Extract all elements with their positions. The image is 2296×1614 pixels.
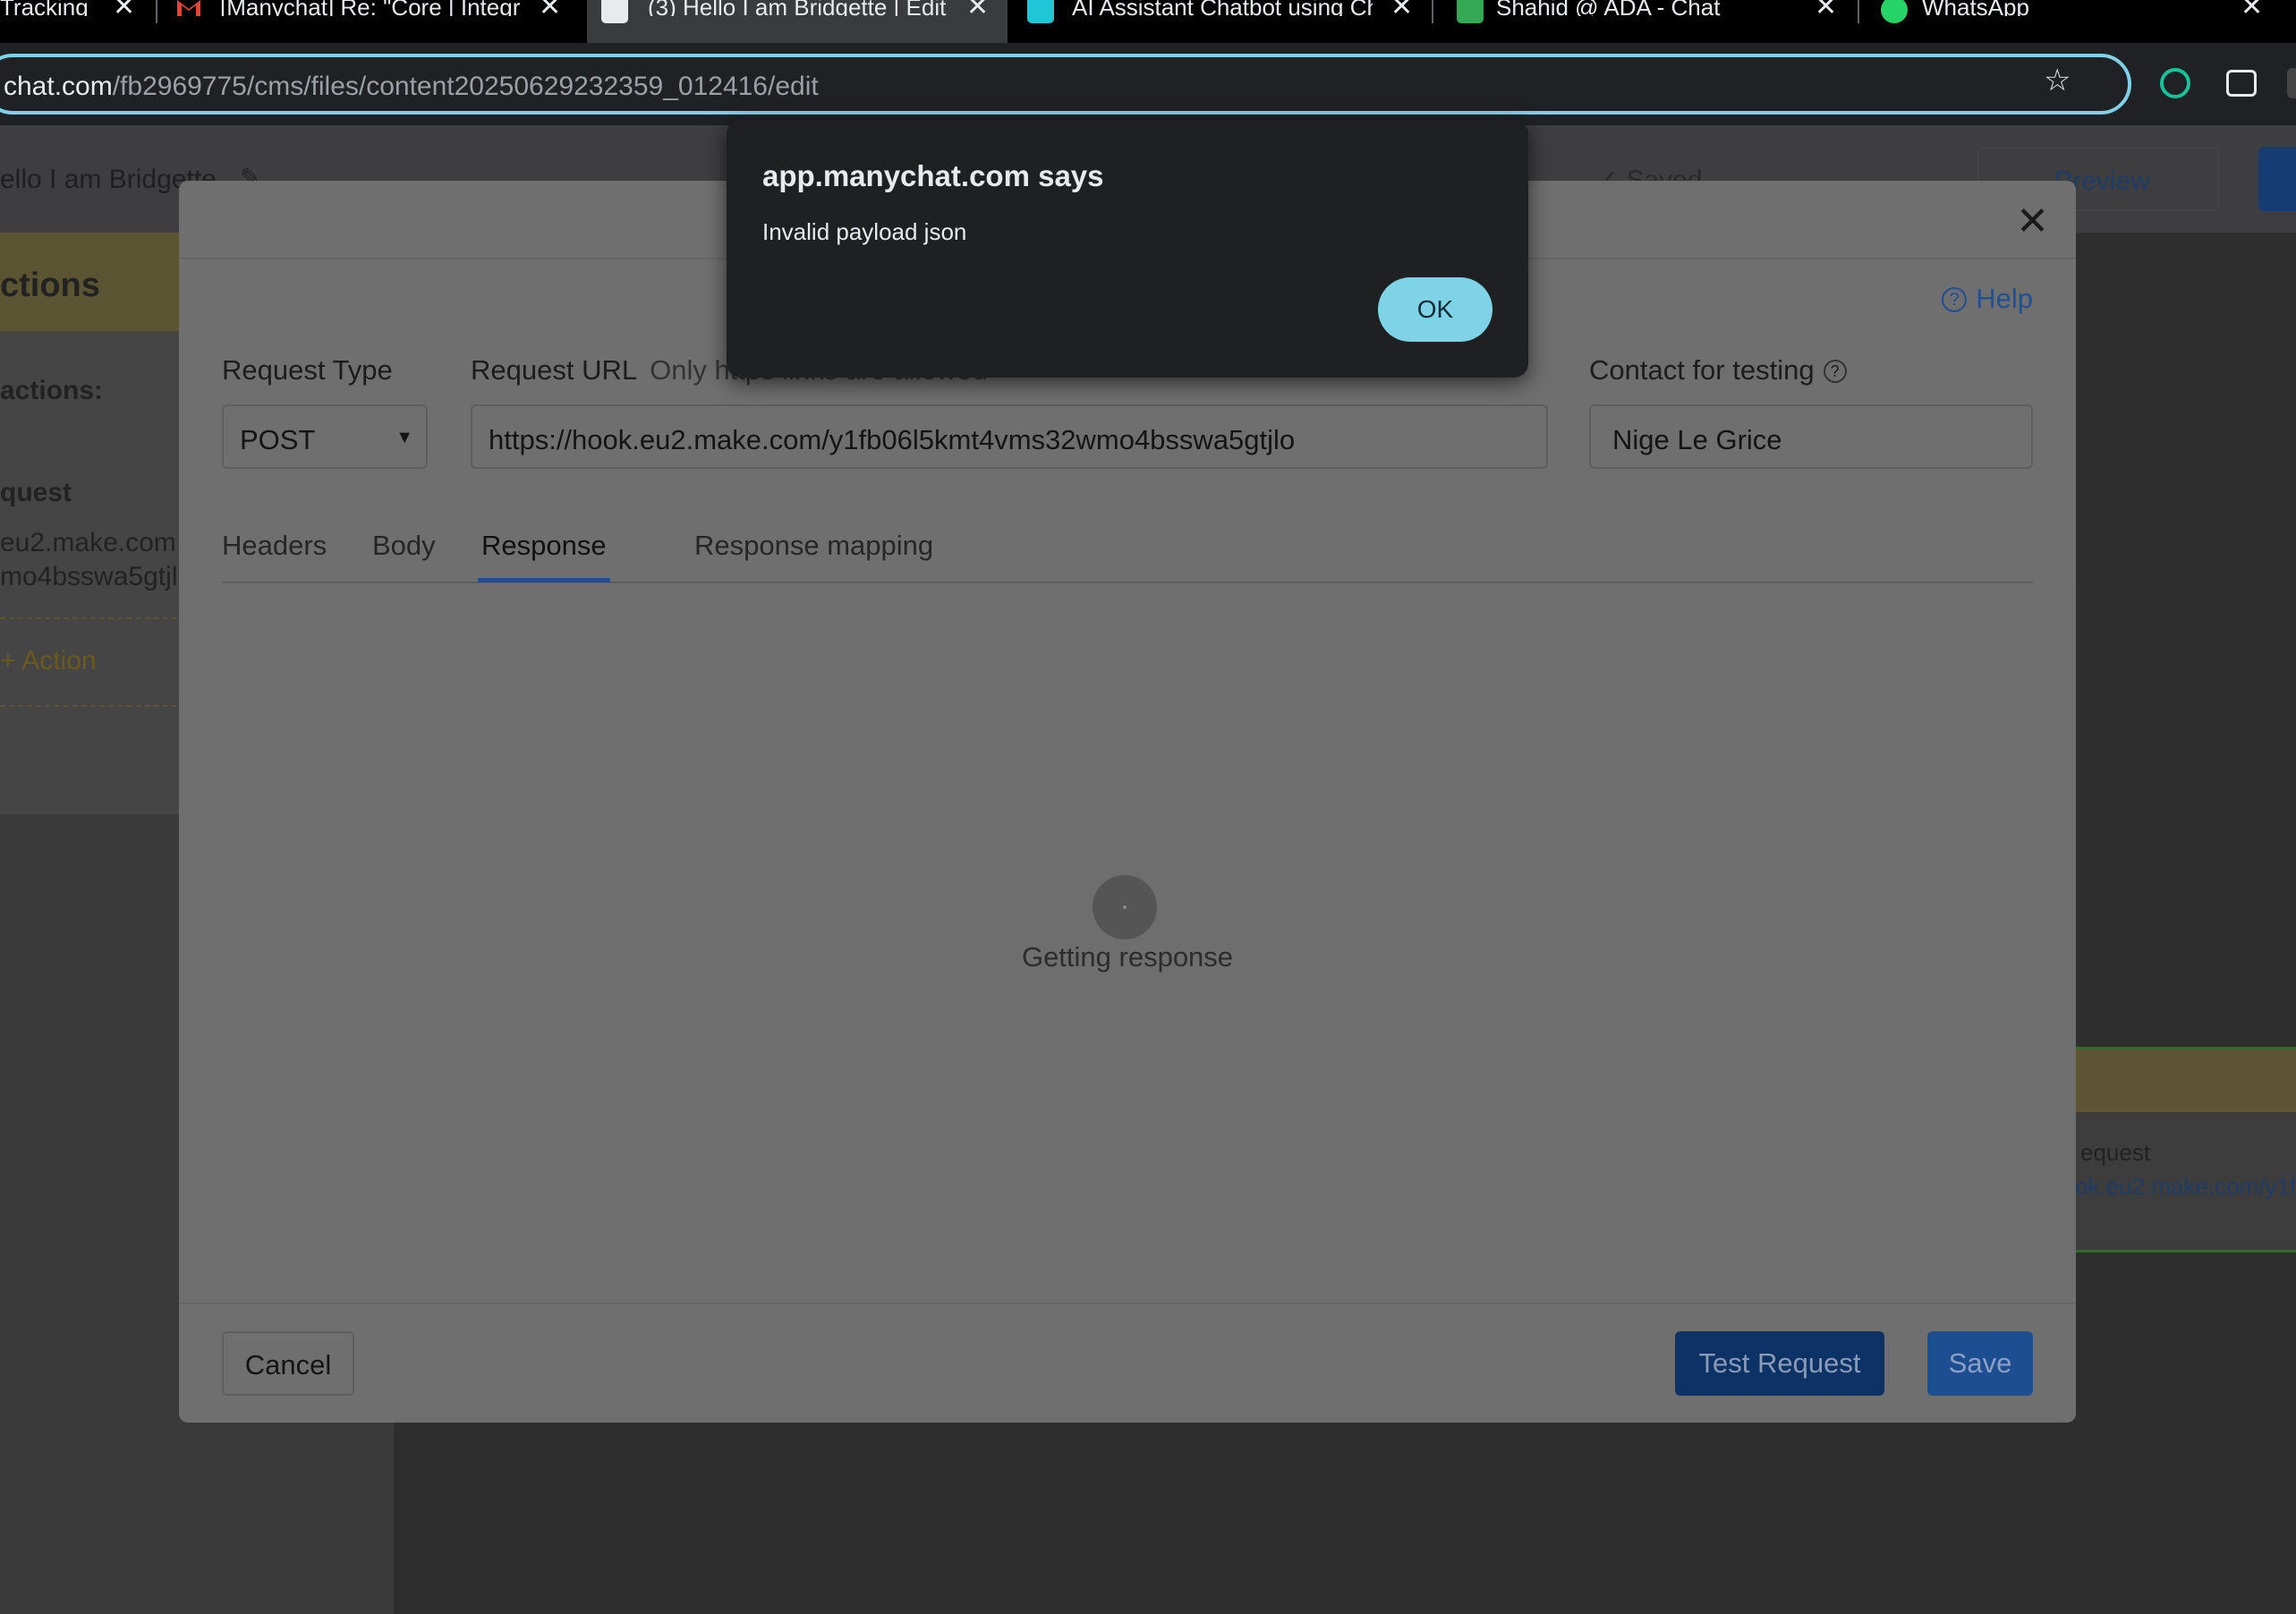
request-url-label-text: Request URL xyxy=(471,354,638,386)
alert-title: app.manychat.com says xyxy=(762,159,1104,192)
manychat-favicon-icon xyxy=(601,0,628,23)
url-path: /fb2969775/cms/files/content202506292323… xyxy=(112,72,819,101)
loading-spinner-icon xyxy=(1093,875,1157,939)
request-url-input[interactable]: https://hook.eu2.make.com/y1fb06l5kmt4vm… xyxy=(471,404,1548,469)
tab-body[interactable]: Body xyxy=(372,530,436,562)
browser-tab[interactable]: Tracking ✕ xyxy=(0,0,152,43)
request-tabs: Headers Body Response Response mapping xyxy=(222,530,2033,583)
whatsapp-icon xyxy=(1881,0,1908,23)
request-type-value: POST xyxy=(240,424,316,455)
gmail-icon xyxy=(175,0,202,23)
incognito-extension-icon[interactable] xyxy=(2226,70,2257,97)
omnibox[interactable]: chat.com/fb2969775/cms/files/content2025… xyxy=(0,54,2131,115)
tab-title: WhatsApp xyxy=(1922,0,2029,16)
cancel-button[interactable]: Cancel xyxy=(222,1331,354,1396)
tab-headers[interactable]: Headers xyxy=(222,530,327,562)
tab-separator xyxy=(1432,0,1433,23)
request-url-line: mo4bsswa5gtjl xyxy=(0,562,178,591)
tab-title: Tracking xyxy=(0,0,89,16)
contact-label-text: Contact for testing xyxy=(1589,354,1815,386)
contact-value: Nige Le Grice xyxy=(1612,424,1782,455)
request-url-value: https://hook.eu2.make.com/y1fb06l5kmt4vm… xyxy=(489,424,1296,455)
profile-avatar[interactable] xyxy=(2287,68,2296,98)
request-type-label: Request Type xyxy=(222,354,393,387)
tab-separator xyxy=(1858,0,1859,23)
close-icon[interactable]: ✕ xyxy=(2016,199,2049,244)
publish-button[interactable] xyxy=(2258,147,2296,211)
tab-close-icon[interactable]: ✕ xyxy=(966,0,989,21)
contact-for-testing-input[interactable]: Nige Le Grice xyxy=(1589,404,2033,469)
browser-tab[interactable]: WhatsApp ✕ xyxy=(1881,0,2275,43)
url-host: chat.com xyxy=(4,72,113,101)
flow-node-url: ok.eu2.make.com/y1f xyxy=(2075,1173,2296,1200)
actions-title: ctions xyxy=(0,267,100,304)
manychat-favicon-icon xyxy=(1027,0,1054,23)
tab-close-icon[interactable]: ✕ xyxy=(113,0,135,21)
grammarly-extension-icon[interactable] xyxy=(2160,68,2190,98)
tab-close-icon[interactable]: ✕ xyxy=(1390,0,1413,21)
tab-separator xyxy=(156,0,157,23)
active-tab-indicator xyxy=(478,578,610,582)
flow-node-request-label: equest xyxy=(2080,1139,2151,1166)
request-label: quest xyxy=(0,478,72,507)
browser-tab[interactable]: [Manychat] Re: "Core | Integr ✕ xyxy=(175,0,569,43)
actions-label: actions: xyxy=(0,376,104,405)
help-label: Help xyxy=(1976,283,2033,314)
bookmark-star-icon[interactable]: ☆ xyxy=(2044,63,2071,98)
tab-title: AI Assistant Chatbot using Ch xyxy=(1072,0,1373,16)
tab-close-icon[interactable]: ✕ xyxy=(1815,0,1837,21)
browser-tab[interactable]: AI Assistant Chatbot using Ch ✕ xyxy=(1027,0,1421,43)
ok-button[interactable]: OK xyxy=(1378,277,1492,342)
loading-text: Getting response xyxy=(1021,941,1234,973)
tab-title: [Manychat] Re: "Core | Integr xyxy=(220,0,521,16)
tab-close-icon[interactable]: ✕ xyxy=(539,0,561,21)
tab-response[interactable]: Response xyxy=(481,530,607,562)
browser-tab-active[interactable]: (3) Hello I am Bridgette | Edit ✕ xyxy=(587,0,1008,43)
tab-response-mapping[interactable]: Response mapping xyxy=(694,530,933,562)
test-request-button[interactable]: Test Request xyxy=(1675,1331,1884,1396)
url-text[interactable]: chat.com/fb2969775/cms/files/content2025… xyxy=(4,72,819,102)
save-button[interactable]: Save xyxy=(1927,1331,2033,1396)
contact-for-testing-label: Contact for testing? xyxy=(1589,354,1847,387)
browser-address-bar: chat.com/fb2969775/cms/files/content2025… xyxy=(0,43,2296,125)
help-icon: ? xyxy=(1942,287,1968,312)
add-action-label: + Action xyxy=(0,646,97,675)
alert-message: Invalid payload json xyxy=(762,218,967,245)
chevron-down-icon: ▼ xyxy=(395,428,413,447)
info-icon[interactable]: ? xyxy=(1823,360,1847,383)
request-url-line: eu2.make.com xyxy=(0,528,176,557)
request-type-select[interactable]: POST ▼ xyxy=(222,404,428,469)
browser-tab-bar: Tracking ✕ [Manychat] Re: "Core | Integr… xyxy=(0,0,2296,43)
browser-tab[interactable]: Shahid @ ADA - Chat ✕ xyxy=(1457,0,1850,43)
help-link[interactable]: ? Help xyxy=(1942,283,2033,315)
request-type-label-text: Request Type xyxy=(222,354,393,386)
tab-title: Shahid @ ADA - Chat xyxy=(1496,0,1721,16)
google-chat-icon xyxy=(1457,0,1484,23)
tab-title: (3) Hello I am Bridgette | Edit xyxy=(648,0,947,16)
browser-alert-dialog: app.manychat.com says Invalid payload js… xyxy=(727,120,1528,378)
tab-close-icon[interactable]: ✕ xyxy=(2241,0,2263,21)
